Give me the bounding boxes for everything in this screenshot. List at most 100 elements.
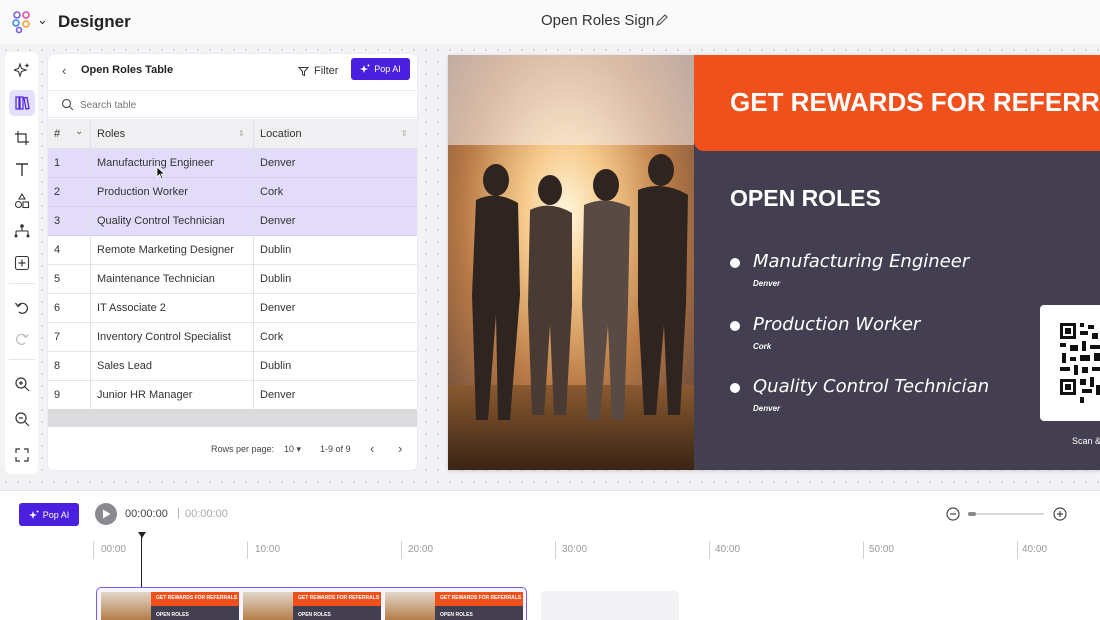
table-row[interactable]: 4 Remote Marketing Designer Dublin [48, 236, 417, 265]
toolbar-divider [9, 283, 35, 284]
row-location[interactable]: Denver [260, 157, 295, 169]
row-role[interactable]: Sales Lead [97, 360, 152, 372]
timeline-ruler[interactable]: 00:00 10:00 20:00 30:00 40:00 50:00 40:0… [93, 541, 1100, 559]
sort-icon[interactable]: ⇕ [401, 129, 408, 138]
row-role[interactable]: IT Associate 2 [97, 302, 166, 314]
thumbnail-banner-text: GET REWARDS FOR REFERRALS [440, 595, 522, 601]
thumbnail-banner-text: GET REWARDS FOR REFERRALS [156, 595, 238, 601]
row-role[interactable]: Remote Marketing Designer [97, 244, 234, 256]
zoom-out-icon[interactable] [9, 406, 35, 432]
sign-preview[interactable]: GET REWARDS FOR REFERRAL OPEN ROLES Manu… [448, 55, 1100, 470]
timeline-zoom-out-icon[interactable] [945, 506, 961, 522]
app-name: Designer [58, 12, 131, 31]
document-title[interactable]: Open Roles Sign [541, 12, 654, 29]
row-role[interactable]: Quality Control Technician [97, 215, 225, 227]
playhead-handle[interactable] [138, 532, 146, 538]
next-page-icon[interactable]: › [398, 441, 402, 456]
timeline-clip[interactable]: GET REWARDS FOR REFERRALS OPEN ROLES GET… [96, 587, 527, 620]
app-logo-icon[interactable] [10, 10, 34, 34]
row-location[interactable]: Dublin [260, 360, 291, 372]
panel-title: Open Roles Table [81, 64, 174, 76]
sign-banner[interactable]: GET REWARDS FOR REFERRAL [694, 55, 1100, 151]
empty-timeline-clip[interactable] [541, 591, 679, 620]
bullet [730, 258, 740, 268]
play-icon [102, 509, 110, 519]
ruler-tick [1017, 541, 1018, 559]
table-row[interactable]: 6 IT Associate 2 Denver [48, 294, 417, 323]
table-row[interactable]: 1 Manufacturing Engineer Denver [48, 149, 417, 178]
pencil-icon[interactable] [655, 13, 669, 27]
crop-icon[interactable] [9, 125, 35, 151]
select-chevron-icon[interactable]: ⌄ [75, 126, 83, 137]
row-role[interactable]: Maintenance Technician [97, 273, 215, 285]
filter-button[interactable]: Filter [298, 62, 338, 80]
row-location[interactable]: Denver [260, 215, 295, 227]
zoom-in-icon[interactable] [9, 371, 35, 397]
table-row[interactable]: 8 Sales Lead Dublin [48, 352, 417, 381]
column-divider [90, 119, 91, 149]
scan-text[interactable]: Scan & [1072, 436, 1100, 446]
row-role[interactable]: Junior HR Manager [97, 389, 192, 401]
ruler-label: 10:00 [255, 544, 281, 555]
redo-icon[interactable] [9, 326, 35, 352]
column-header-location[interactable]: Location [260, 128, 302, 140]
table-row[interactable]: 7 Inventory Control Specialist Cork [48, 323, 417, 352]
back-chevron-icon[interactable]: ‹ [62, 63, 66, 78]
timeline-zoom-slider[interactable] [968, 513, 1044, 515]
column-header-roles[interactable]: Roles [97, 128, 125, 140]
ruler-tick [93, 541, 94, 559]
chevron-down-icon[interactable]: ⌄ [37, 12, 48, 28]
row-location[interactable]: Cork [260, 186, 283, 198]
sparkle-icon [28, 510, 39, 519]
library-icon[interactable] [9, 90, 35, 116]
panel-header: ‹ Open Roles Table Filter Pop AI [48, 54, 417, 86]
sparkle-icon [360, 64, 370, 73]
row-role[interactable]: Inventory Control Specialist [97, 331, 231, 343]
row-location[interactable]: Dublin [260, 244, 291, 256]
column-divider [253, 119, 254, 149]
ai-sparkle-icon[interactable] [9, 57, 35, 83]
horizontal-scrollbar[interactable] [48, 409, 417, 427]
column-header-number[interactable]: # [54, 128, 60, 140]
banner-text[interactable]: GET REWARDS FOR REFERRAL [730, 87, 1100, 118]
row-number: 4 [54, 244, 61, 256]
table-row[interactable]: 5 Maintenance Technician Dublin [48, 265, 417, 294]
fit-screen-icon[interactable] [9, 442, 35, 468]
table-row[interactable]: 2 Production Worker Cork [48, 178, 417, 207]
row-role[interactable]: Production Worker [97, 186, 188, 198]
shapes-icon[interactable] [9, 188, 35, 214]
search-input[interactable] [80, 97, 380, 113]
column-divider [253, 381, 254, 409]
people-photo[interactable] [448, 55, 694, 470]
column-divider [253, 236, 254, 264]
play-button[interactable] [95, 503, 117, 525]
timeline-zoom-in-icon[interactable] [1052, 506, 1068, 522]
table-row[interactable]: 9 Junior HR Manager Denver [48, 381, 417, 410]
sign-role-location: Cork [753, 342, 772, 351]
row-location[interactable]: Cork [260, 331, 283, 343]
row-number: 1 [54, 157, 61, 169]
timeline-pop-ai-button[interactable]: Pop AI [19, 503, 79, 526]
zoom-slider-handle[interactable] [968, 512, 976, 516]
undo-icon[interactable] [9, 295, 35, 321]
table-header: # ⌄ Roles ⇕ Location ⇕ [48, 119, 417, 149]
row-location[interactable]: Denver [260, 389, 295, 401]
sort-icon[interactable]: ⇕ [238, 129, 245, 138]
rows-per-page-select[interactable]: 10 ▾ [284, 444, 301, 455]
ruler-tick [555, 541, 556, 559]
pop-ai-button[interactable]: Pop AI [351, 58, 410, 80]
bullet [730, 383, 740, 393]
sign-heading[interactable]: OPEN ROLES [730, 185, 881, 212]
row-number: 6 [54, 302, 61, 314]
table-row[interactable]: 3 Quality Control Technician Denver [48, 207, 417, 236]
thumbnail-banner-text: GET REWARDS FOR REFERRALS [298, 595, 380, 601]
previous-page-icon[interactable]: ‹ [370, 441, 374, 456]
text-icon[interactable] [9, 157, 35, 183]
column-divider [90, 207, 91, 235]
add-icon[interactable] [9, 250, 35, 276]
connector-icon[interactable] [9, 218, 35, 244]
row-location[interactable]: Dublin [260, 273, 291, 285]
table-panel: ‹ Open Roles Table Filter Pop AI # ⌄ Rol… [48, 54, 417, 470]
qr-code[interactable] [1040, 305, 1100, 421]
row-location[interactable]: Denver [260, 302, 295, 314]
